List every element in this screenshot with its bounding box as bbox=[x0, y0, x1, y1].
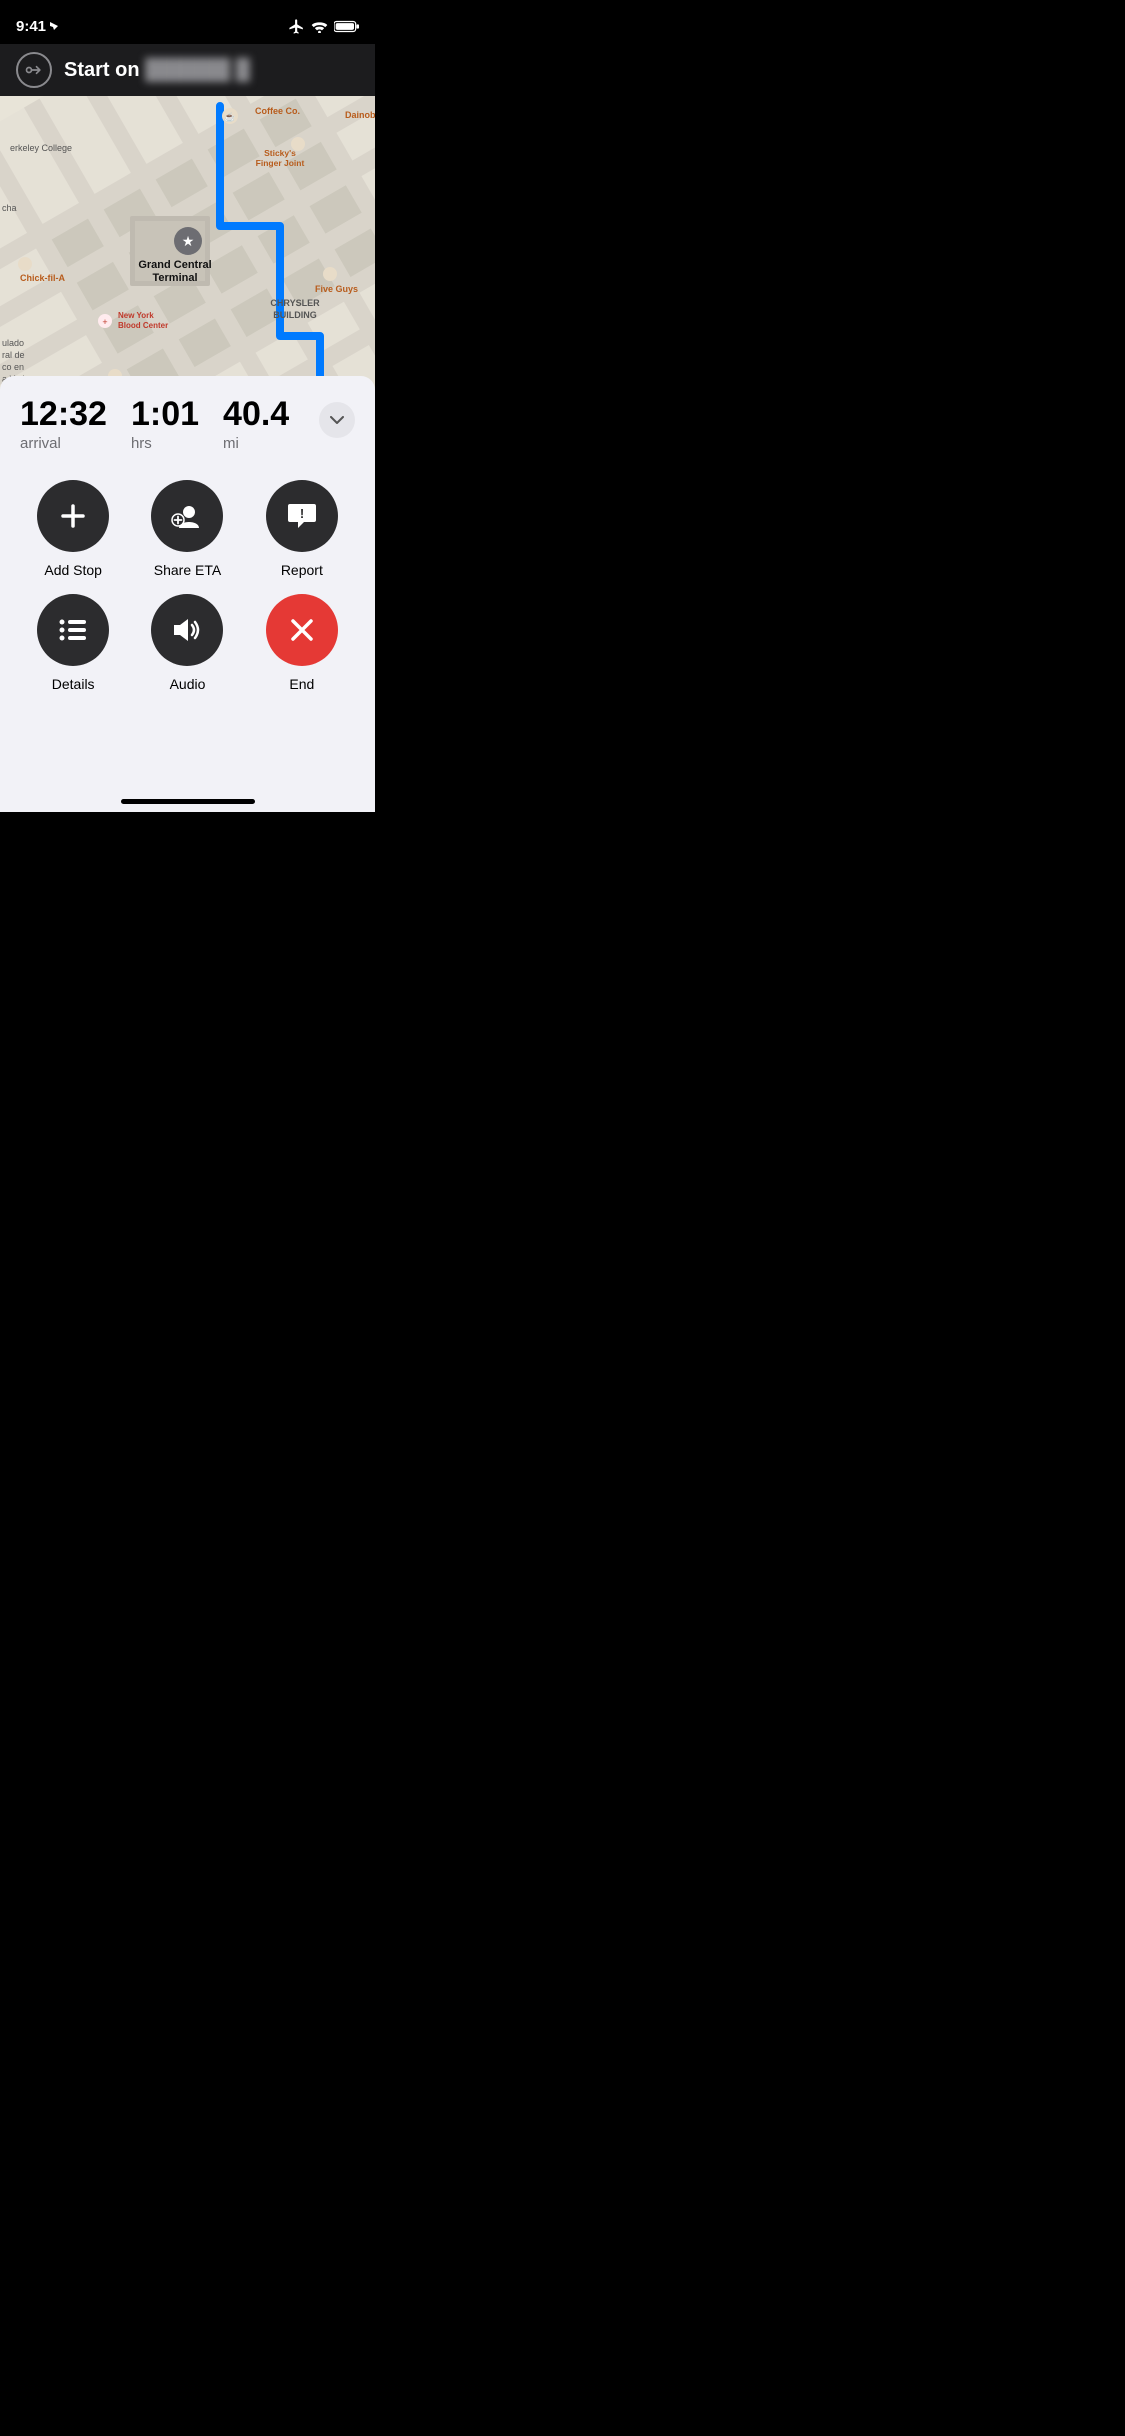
audio-label: Audio bbox=[170, 676, 206, 692]
plus-icon bbox=[59, 502, 87, 530]
end-button[interactable]: End bbox=[249, 594, 355, 692]
chevron-down-icon bbox=[330, 416, 344, 425]
report-button[interactable]: ! Report bbox=[249, 480, 355, 578]
audio-circle bbox=[151, 594, 223, 666]
eta-distance: 40.4 mi bbox=[223, 396, 289, 452]
home-indicator bbox=[121, 799, 255, 804]
details-label: Details bbox=[52, 676, 95, 692]
svg-text:★: ★ bbox=[182, 233, 195, 249]
status-bar: 9:41 bbox=[0, 0, 375, 44]
duration-value: 1:01 bbox=[131, 396, 199, 433]
map-svg: ★ Grand Central Terminal ☕ Coffee Co. CH… bbox=[0, 96, 375, 416]
report-circle: ! bbox=[266, 480, 338, 552]
details-button[interactable]: Details bbox=[20, 594, 126, 692]
svg-text:Five Guys: Five Guys bbox=[315, 284, 358, 294]
distance-label: mi bbox=[223, 435, 289, 452]
airplane-icon bbox=[288, 18, 305, 35]
duration-label: hrs bbox=[131, 435, 199, 452]
share-eta-circle bbox=[151, 480, 223, 552]
status-icons bbox=[288, 18, 359, 35]
report-label: Report bbox=[281, 562, 323, 578]
share-eta-icon bbox=[169, 498, 205, 534]
svg-text:Chick-fil-A: Chick-fil-A bbox=[20, 273, 66, 283]
wifi-icon bbox=[311, 20, 328, 33]
svg-text:CHRYSLER: CHRYSLER bbox=[270, 298, 320, 308]
add-stop-label: Add Stop bbox=[44, 562, 102, 578]
svg-text:Finger Joint: Finger Joint bbox=[256, 158, 305, 168]
location-arrow-icon bbox=[49, 21, 59, 32]
report-icon: ! bbox=[286, 500, 318, 532]
list-icon bbox=[57, 616, 89, 644]
distance-value: 40.4 bbox=[223, 396, 289, 433]
nav-street-blurred: ██████ █ bbox=[145, 59, 250, 81]
action-grid: Add Stop Share ETA bbox=[20, 480, 355, 692]
svg-text:+: + bbox=[102, 317, 107, 327]
nav-banner: Start on ██████ █ bbox=[0, 44, 375, 96]
end-circle bbox=[266, 594, 338, 666]
svg-text:erkeley College: erkeley College bbox=[10, 143, 72, 153]
arrival-time: 12:32 bbox=[20, 396, 107, 433]
svg-text:ulado: ulado bbox=[2, 338, 24, 348]
svg-text:Coffee Co.: Coffee Co. bbox=[255, 106, 300, 116]
x-icon bbox=[287, 615, 317, 645]
add-stop-button[interactable]: Add Stop bbox=[20, 480, 126, 578]
svg-text:☕: ☕ bbox=[224, 111, 235, 122]
end-label: End bbox=[289, 676, 314, 692]
details-circle bbox=[37, 594, 109, 666]
eta-duration: 1:01 hrs bbox=[131, 396, 199, 452]
svg-text:Terminal: Terminal bbox=[152, 272, 197, 284]
map-area: ★ Grand Central Terminal ☕ Coffee Co. CH… bbox=[0, 96, 375, 416]
audio-icon bbox=[170, 615, 204, 645]
time-display: 9:41 bbox=[16, 18, 46, 35]
svg-text:Dainob: Dainob bbox=[345, 110, 375, 120]
svg-text:!: ! bbox=[300, 506, 304, 521]
svg-text:Sticky's: Sticky's bbox=[264, 148, 296, 158]
svg-text:Grand Central: Grand Central bbox=[138, 259, 211, 271]
nav-instruction: Start on ██████ █ bbox=[64, 59, 250, 82]
nav-direction-icon bbox=[16, 52, 52, 88]
audio-button[interactable]: Audio bbox=[134, 594, 240, 692]
share-eta-label: Share ETA bbox=[154, 562, 221, 578]
svg-text:BUILDING: BUILDING bbox=[273, 310, 317, 320]
eta-row: 12:32 arrival 1:01 hrs 40.4 mi bbox=[20, 396, 355, 452]
svg-text:cha: cha bbox=[2, 203, 17, 213]
eta-arrival: 12:32 arrival bbox=[20, 396, 107, 452]
svg-text:co en: co en bbox=[2, 362, 24, 372]
arrival-label: arrival bbox=[20, 435, 107, 452]
add-stop-circle bbox=[37, 480, 109, 552]
svg-text:New York: New York bbox=[118, 311, 154, 320]
eta-expand-button[interactable] bbox=[319, 402, 355, 438]
svg-text:ral de: ral de bbox=[2, 350, 25, 360]
bottom-panel: 12:32 arrival 1:01 hrs 40.4 mi Add Stop bbox=[0, 376, 375, 812]
svg-text:Blood Center: Blood Center bbox=[118, 321, 168, 330]
battery-icon bbox=[334, 20, 359, 33]
status-time: 9:41 bbox=[16, 18, 59, 35]
share-eta-button[interactable]: Share ETA bbox=[134, 480, 240, 578]
arrow-right-icon bbox=[24, 63, 44, 77]
